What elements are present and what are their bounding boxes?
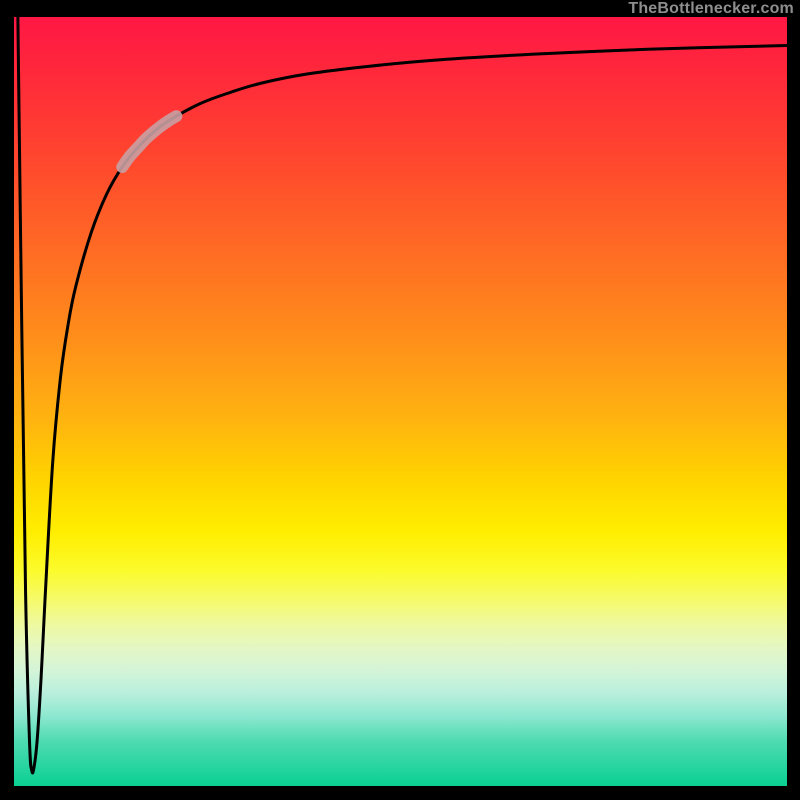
x-axis-border (0, 786, 800, 800)
bottleneck-curve (18, 17, 787, 773)
watermark-label: TheBottlenecker.com (628, 0, 794, 17)
y-axis-border (0, 0, 14, 800)
highlight-band (122, 116, 176, 167)
curve-layer (0, 0, 800, 800)
chart-container: TheBottlenecker.com (0, 0, 800, 800)
right-border (787, 0, 800, 800)
